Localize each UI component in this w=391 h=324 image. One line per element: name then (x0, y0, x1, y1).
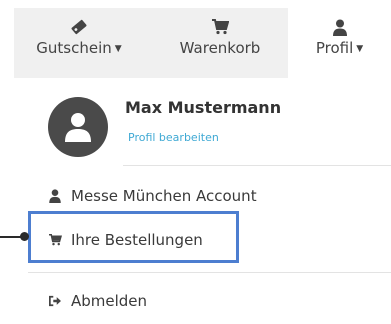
nav-gutschein-dropdown[interactable]: Gutschein ▼ (14, 8, 144, 78)
tag-icon (70, 17, 88, 37)
menu-item-label: Abmelden (71, 292, 148, 310)
chevron-down-icon: ▼ (356, 44, 364, 54)
menu-item-logout[interactable]: Abmelden (47, 289, 147, 313)
callout-pointer-dot (20, 232, 29, 241)
user-avatar-icon (48, 97, 108, 157)
sign-out-icon (47, 295, 63, 307)
nav-warenkorb[interactable]: Warenkorb (164, 8, 276, 78)
divider (28, 272, 391, 273)
user-icon (47, 189, 63, 203)
chevron-down-icon: ▼ (114, 44, 122, 54)
nav-profil-dropdown[interactable]: Profil ▼ (288, 8, 391, 78)
menu-item-label: Messe München Account (71, 187, 257, 205)
nav-profil-label: Profil (315, 39, 354, 57)
highlight-box (28, 211, 239, 263)
cart-icon (211, 17, 229, 37)
nav-warenkorb-label: Warenkorb (179, 39, 261, 57)
callout-pointer-line (0, 236, 22, 238)
user-icon (332, 17, 347, 37)
menu-item-account[interactable]: Messe München Account (47, 184, 257, 208)
nav-gutschein-label: Gutschein (36, 39, 112, 57)
profile-user-name: Max Mustermann (125, 98, 282, 117)
divider (123, 165, 391, 166)
edit-profile-link[interactable]: Profil bearbeiten (128, 131, 219, 144)
